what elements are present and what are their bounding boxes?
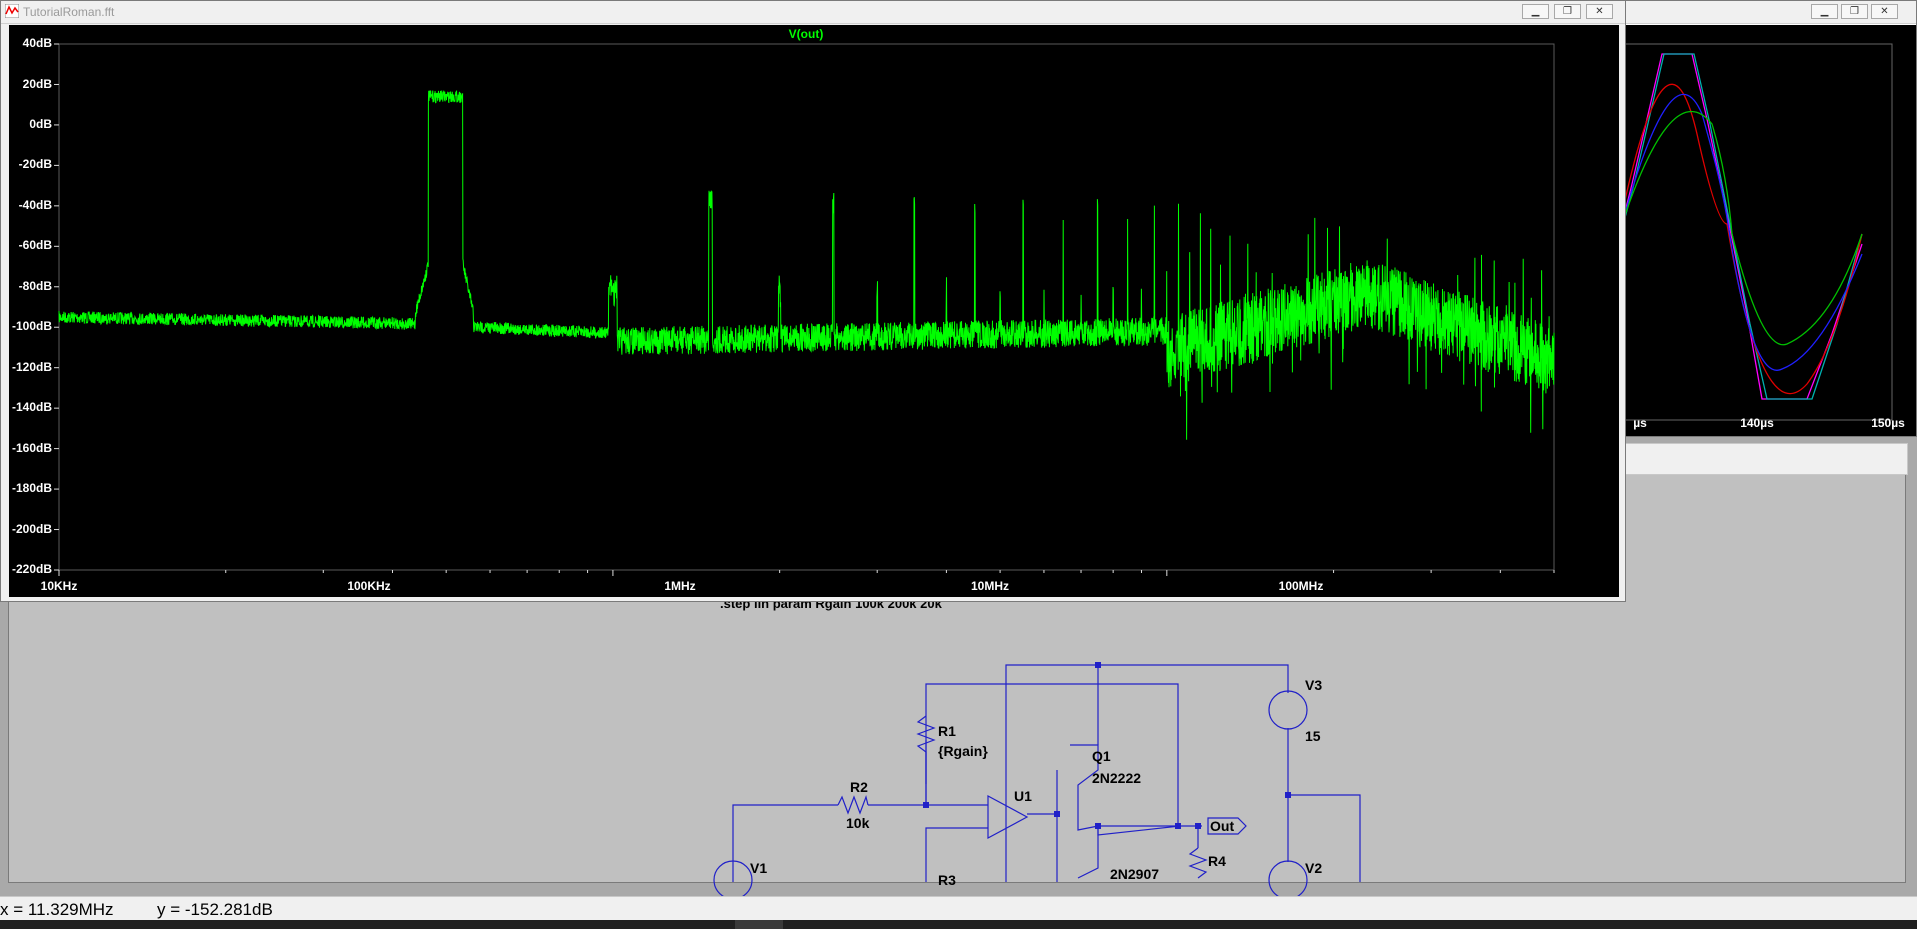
fft-trace-vout[interactable] (58, 90, 1555, 440)
out-label: Out (1210, 818, 1235, 834)
r2-resistor[interactable] (837, 794, 869, 815)
q2-value: 2N2907 (1110, 866, 1160, 882)
waveform-green (1622, 111, 1863, 346)
r1-label: R1 (938, 723, 956, 739)
taskbar (0, 920, 1917, 929)
q1-label: Q1 (1092, 748, 1111, 764)
transient-waveforms[interactable] (1622, 24, 1917, 434)
v2-source[interactable] (1268, 860, 1308, 900)
cursor-y-readout: y = -152.281dB (157, 900, 273, 919)
r3-label: R3 (938, 872, 956, 888)
transient-x-tick-140: 140µs (1740, 416, 1774, 430)
taskbar-active-indicator (735, 920, 783, 929)
r1-value: {Rgain} (938, 743, 988, 759)
v3-label: V3 (1305, 677, 1323, 693)
fft-x-ticks (58, 570, 1555, 576)
r2-label: R2 (850, 779, 868, 795)
waveform-blue (1622, 93, 1863, 371)
waveform-red (1622, 83, 1863, 395)
v3-value: 15 (1305, 728, 1321, 744)
waveform-magenta (1622, 53, 1863, 400)
lower-right-window (1622, 443, 1908, 475)
cursor-x-readout: x = 11.329MHz (0, 900, 114, 919)
transient-close-button[interactable]: ✕ (1871, 4, 1898, 19)
r4-resistor[interactable] (1188, 847, 1208, 879)
transient-maximize-button[interactable]: ❐ (1841, 4, 1868, 19)
transient-x-tick-150: 150µs (1871, 416, 1905, 430)
transient-x-tick-partial: µs (1633, 416, 1647, 430)
waveform-cyan (1622, 53, 1863, 400)
u1-label: U1 (1014, 788, 1032, 804)
fft-plot[interactable] (0, 0, 1626, 602)
r2-value: 10k (846, 815, 870, 831)
q1-value: 2N2222 (1092, 770, 1142, 786)
fft-y-ticks (54, 43, 59, 571)
r4-label: R4 (1208, 853, 1226, 869)
v3-source[interactable] (1268, 690, 1308, 730)
transient-minimize-button[interactable]: ▁ (1811, 4, 1838, 19)
status-bar: x = 11.329MHz y = -152.281dB (0, 896, 1917, 921)
v2-label: V2 (1305, 860, 1323, 876)
v1-label: V1 (750, 860, 768, 876)
